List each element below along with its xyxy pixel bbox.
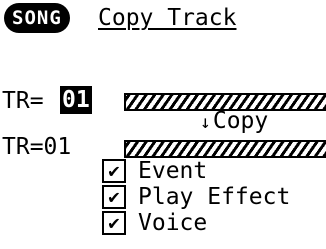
destination-track-data-bar bbox=[124, 140, 326, 158]
copy-label: Copy bbox=[212, 108, 269, 134]
voice-checkbox[interactable]: ✔ bbox=[102, 211, 126, 235]
checkmark-icon: ✔ bbox=[108, 160, 120, 182]
event-label: Event bbox=[138, 158, 208, 184]
option-event[interactable]: ✔ Event bbox=[102, 158, 207, 184]
option-voice[interactable]: ✔ Voice bbox=[102, 210, 207, 236]
copy-indicator: ↓Copy bbox=[200, 108, 268, 136]
destination-track-label: TR=01 bbox=[2, 134, 72, 160]
voice-label: Voice bbox=[138, 210, 208, 236]
option-play-effect[interactable]: ✔ Play Effect bbox=[102, 184, 290, 210]
copy-track-screen: SONG Copy Track TR= 01 ↓Copy TR=01 ✔ Eve… bbox=[0, 0, 326, 249]
event-checkbox[interactable]: ✔ bbox=[102, 159, 126, 183]
source-track-value[interactable]: 01 bbox=[60, 86, 92, 114]
play-effect-checkbox[interactable]: ✔ bbox=[102, 185, 126, 209]
checkmark-icon: ✔ bbox=[108, 212, 120, 234]
page-title: Copy Track bbox=[98, 5, 237, 31]
source-track-label: TR= bbox=[2, 88, 44, 114]
checkmark-icon: ✔ bbox=[108, 186, 120, 208]
play-effect-label: Play Effect bbox=[138, 184, 291, 210]
song-mode-badge: SONG bbox=[4, 3, 70, 33]
down-arrow-icon: ↓ bbox=[200, 112, 211, 133]
